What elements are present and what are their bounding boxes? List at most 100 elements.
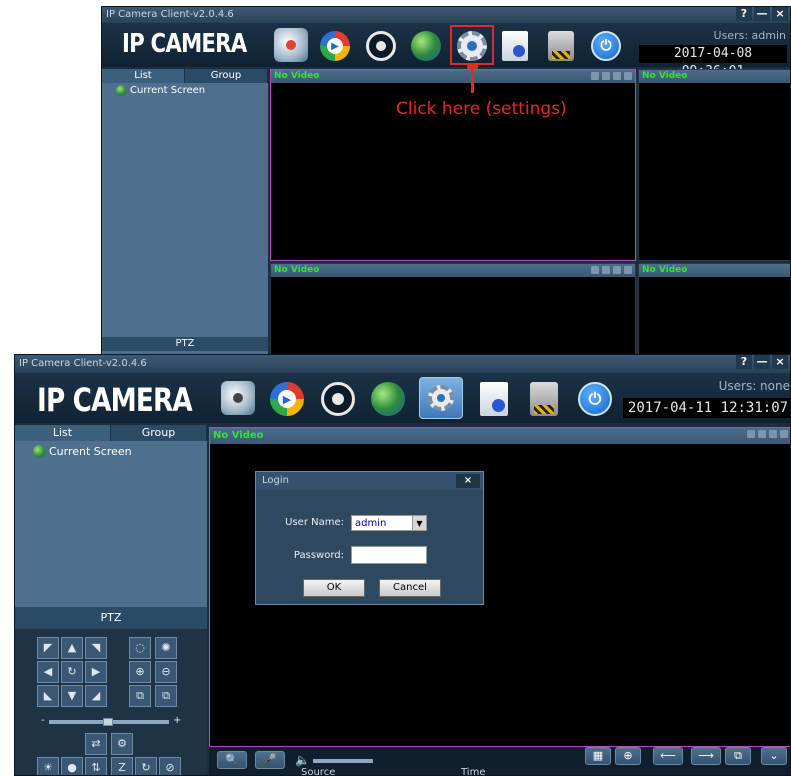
ptz-iris-open-button[interactable]: ⧉ bbox=[129, 685, 151, 707]
ptz-flip-button[interactable]: ⇅ bbox=[85, 757, 107, 775]
video-controls bbox=[747, 430, 788, 438]
ptz-down-left-button[interactable]: ◣ bbox=[37, 685, 59, 707]
expand-button[interactable]: ⌄ bbox=[761, 747, 787, 765]
video-title-bar: No Video bbox=[639, 70, 790, 83]
tab-list[interactable]: List bbox=[102, 69, 185, 83]
ptz-focus-far-button[interactable]: ⊖ bbox=[155, 661, 177, 683]
annotation-arrow-head bbox=[467, 65, 478, 69]
ptz-center-button[interactable]: ↻ bbox=[61, 661, 83, 683]
tree-item-current-screen[interactable]: Current Screen bbox=[33, 445, 132, 458]
audio-icon[interactable] bbox=[602, 72, 610, 80]
top-video-1[interactable]: No Video bbox=[270, 69, 636, 261]
video-status: No Video bbox=[642, 71, 688, 81]
ptz-left-button[interactable]: ◀ bbox=[37, 661, 59, 683]
top-video-3[interactable]: No Video bbox=[270, 263, 636, 355]
cancel-button[interactable]: Cancel bbox=[379, 579, 441, 597]
power-icon[interactable]: ⏻ bbox=[578, 382, 612, 416]
volume-slider[interactable] bbox=[313, 759, 373, 763]
ptz-cancel-button[interactable]: ⊘ bbox=[159, 757, 181, 775]
top-title-bar: IP Camera Client-v2.0.4.6 ? — × bbox=[102, 7, 790, 23]
ptz-wheel-icon[interactable] bbox=[366, 31, 396, 61]
ptz-cruise-button[interactable]: ↻ bbox=[135, 757, 157, 775]
ptz-light-button[interactable]: ☀ bbox=[37, 757, 59, 775]
tab-list[interactable]: List bbox=[15, 425, 111, 441]
help-button[interactable]: ? bbox=[736, 7, 752, 21]
globe-icon[interactable] bbox=[371, 382, 405, 416]
globe-icon[interactable] bbox=[411, 31, 441, 61]
camera-icon[interactable] bbox=[274, 28, 308, 62]
fullscreen-icon[interactable] bbox=[624, 266, 632, 274]
settings-gear-icon[interactable] bbox=[419, 377, 463, 419]
ptz-up-right-button[interactable]: ◥ bbox=[85, 637, 107, 659]
fullscreen-icon[interactable] bbox=[624, 72, 632, 80]
lock-icon[interactable] bbox=[530, 382, 558, 416]
prev-page-button[interactable]: ⟵ bbox=[653, 747, 683, 765]
playback-icon[interactable]: ▶ bbox=[270, 382, 304, 416]
speed-minus-label: - bbox=[41, 715, 45, 726]
speed-slider-thumb[interactable] bbox=[103, 718, 113, 726]
video-title-bar: No Video bbox=[210, 428, 790, 444]
fullscreen-icon[interactable] bbox=[780, 430, 788, 438]
top-clock: 2017-04-08 09:36:01 bbox=[639, 45, 787, 79]
password-field[interactable] bbox=[351, 546, 427, 564]
audio-icon[interactable] bbox=[758, 430, 766, 438]
ptz-settings-button[interactable]: ⚙ bbox=[111, 733, 133, 755]
lock-icon[interactable] bbox=[548, 31, 574, 61]
speed-plus-label: + bbox=[173, 715, 182, 726]
log-icon[interactable] bbox=[480, 382, 508, 416]
close-button[interactable]: × bbox=[772, 7, 788, 21]
annotation-arrow bbox=[471, 67, 474, 93]
minimize-button[interactable]: — bbox=[754, 7, 770, 21]
top-users-label: Users: admin bbox=[713, 29, 786, 42]
ptz-down-right-button[interactable]: ◢ bbox=[85, 685, 107, 707]
volume-icon[interactable]: 🔈 bbox=[295, 753, 310, 767]
record-icon[interactable] bbox=[591, 266, 599, 274]
snapshot-icon[interactable] bbox=[769, 430, 777, 438]
next-page-button[interactable]: ⟶ bbox=[691, 747, 721, 765]
camera-icon[interactable] bbox=[221, 381, 255, 415]
search-button[interactable]: 🔍 bbox=[217, 751, 247, 769]
bottom-logo: IP CAMERA bbox=[37, 381, 193, 419]
ptz-up-button[interactable]: ▲ bbox=[61, 637, 83, 659]
login-close-button[interactable]: × bbox=[456, 474, 480, 488]
audio-icon[interactable] bbox=[602, 266, 610, 274]
help-button[interactable]: ? bbox=[736, 355, 752, 369]
ptz-zoom-mode-button[interactable]: Z bbox=[111, 757, 133, 775]
ptz-iris-close-button[interactable]: ⧉ bbox=[155, 685, 177, 707]
login-title: Login bbox=[262, 475, 289, 486]
top-toolbar: IP CAMERA ▶ ⏻ Users: admin 2017-04-08 09… bbox=[102, 23, 790, 79]
tab-group[interactable]: Group bbox=[111, 425, 207, 441]
tree-item-current-screen[interactable]: Current Screen bbox=[116, 85, 205, 96]
power-icon[interactable]: ⏻ bbox=[591, 31, 621, 61]
ptz-down-button[interactable]: ▼ bbox=[61, 685, 83, 707]
username-value: admin bbox=[355, 518, 387, 529]
login-dialog-title-bar: Login × bbox=[256, 472, 483, 490]
close-button[interactable]: × bbox=[772, 355, 788, 369]
top-video-4[interactable]: No Video bbox=[638, 263, 790, 355]
playback-icon[interactable]: ▶ bbox=[320, 31, 350, 61]
tab-group[interactable]: Group bbox=[185, 69, 268, 83]
username-select[interactable]: admin ▼ bbox=[351, 515, 427, 531]
fullscreen-button[interactable]: ⊕ bbox=[615, 747, 641, 765]
log-icon[interactable] bbox=[502, 31, 528, 61]
record-icon[interactable] bbox=[591, 72, 599, 80]
minimize-button[interactable]: — bbox=[754, 355, 770, 369]
ptz-bulb-button[interactable]: ● bbox=[61, 757, 83, 775]
snapshot-icon[interactable] bbox=[613, 266, 621, 274]
ptz-right-button[interactable]: ▶ bbox=[85, 661, 107, 683]
top-left-panel: List Group Current Screen PTZ bbox=[102, 69, 268, 355]
ptz-up-left-button[interactable]: ◤ bbox=[37, 637, 59, 659]
ptz-zoom-in-button[interactable]: ◌ bbox=[129, 637, 151, 659]
talk-button[interactable]: 🎤 bbox=[255, 751, 285, 769]
ptz-focus-near-button[interactable]: ⊕ bbox=[129, 661, 151, 683]
ptz-wheel-icon[interactable] bbox=[321, 382, 355, 416]
layout-grid-button[interactable]: ▦ bbox=[585, 747, 611, 765]
record-icon[interactable] bbox=[747, 430, 755, 438]
ptz-swap-button[interactable]: ⇄ bbox=[85, 733, 107, 755]
ok-button[interactable]: OK bbox=[303, 579, 365, 597]
top-video-2[interactable]: No Video bbox=[638, 69, 790, 261]
sequence-button[interactable]: ⧉ bbox=[725, 747, 751, 765]
snapshot-icon[interactable] bbox=[613, 72, 621, 80]
ptz-zoom-out-button[interactable]: ✺ bbox=[155, 637, 177, 659]
chevron-down-icon[interactable]: ▼ bbox=[412, 516, 426, 530]
